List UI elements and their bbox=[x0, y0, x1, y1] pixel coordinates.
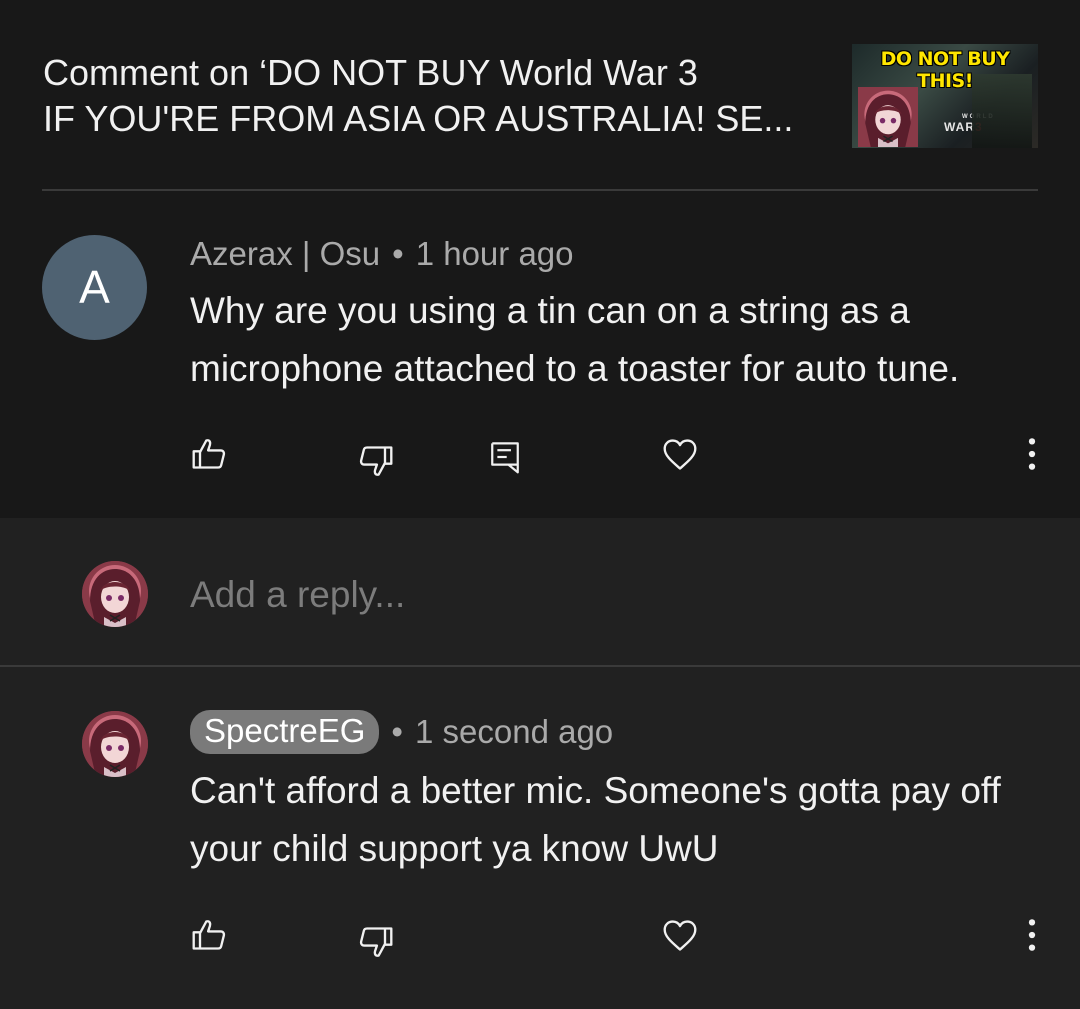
video-title-line-1: Comment on ‘DO NOT BUY World War 3 bbox=[43, 52, 698, 93]
dislike-icon[interactable] bbox=[358, 924, 394, 960]
reply-author-chip[interactable]: SpectreEG bbox=[190, 710, 380, 754]
thumbnail-soldier-image bbox=[972, 74, 1032, 148]
commenter-avatar[interactable]: A bbox=[42, 235, 147, 340]
reply-divider bbox=[0, 665, 1080, 667]
comment-header: Comment on ‘DO NOT BUY World War 3 IF YO… bbox=[0, 0, 1080, 191]
reply-author-avatar[interactable] bbox=[82, 711, 148, 777]
video-title-line-2: IF YOU'RE FROM ASIA OR AUSTRALIA! SE... bbox=[43, 98, 794, 139]
dislike-icon[interactable] bbox=[358, 443, 394, 479]
comment-time: 1 hour ago bbox=[415, 235, 574, 272]
meta-separator: • bbox=[391, 713, 403, 750]
heart-icon[interactable] bbox=[661, 918, 699, 954]
reply-input-row: Add a reply... bbox=[0, 518, 1080, 667]
comment-meta: Azerax | Osu • 1 hour ago bbox=[190, 235, 574, 273]
more-icon[interactable] bbox=[1026, 436, 1038, 472]
reply-meta: SpectreEG • 1 second ago bbox=[190, 710, 613, 754]
reply-input[interactable]: Add a reply... bbox=[190, 574, 405, 616]
current-user-avatar bbox=[82, 561, 148, 627]
like-icon[interactable] bbox=[191, 436, 227, 472]
video-thumbnail[interactable]: DO NOT BUY THIS! WORLD WAR3 bbox=[852, 44, 1038, 148]
more-icon[interactable] bbox=[1026, 917, 1038, 953]
thumbnail-character-image bbox=[858, 86, 918, 148]
comment-author[interactable]: Azerax | Osu bbox=[190, 235, 380, 273]
reply-text: Can't afford a better mic. Someone's got… bbox=[190, 770, 1001, 869]
replies-section: Add a reply... SpectreEG • 1 second ago … bbox=[0, 518, 1080, 1009]
comment: A Azerax | Osu • 1 hour ago Why are you … bbox=[0, 191, 1080, 518]
reply-icon[interactable] bbox=[488, 438, 522, 476]
thumbnail-logo-prefix: WAR bbox=[944, 120, 975, 134]
reply-time: 1 second ago bbox=[414, 713, 614, 750]
like-icon[interactable] bbox=[191, 917, 227, 953]
meta-separator: • bbox=[392, 235, 404, 272]
video-title[interactable]: Comment on ‘DO NOT BUY World War 3 IF YO… bbox=[43, 50, 823, 142]
comment-text: Why are you using a tin can on a string … bbox=[190, 290, 960, 389]
heart-icon[interactable] bbox=[661, 437, 699, 473]
